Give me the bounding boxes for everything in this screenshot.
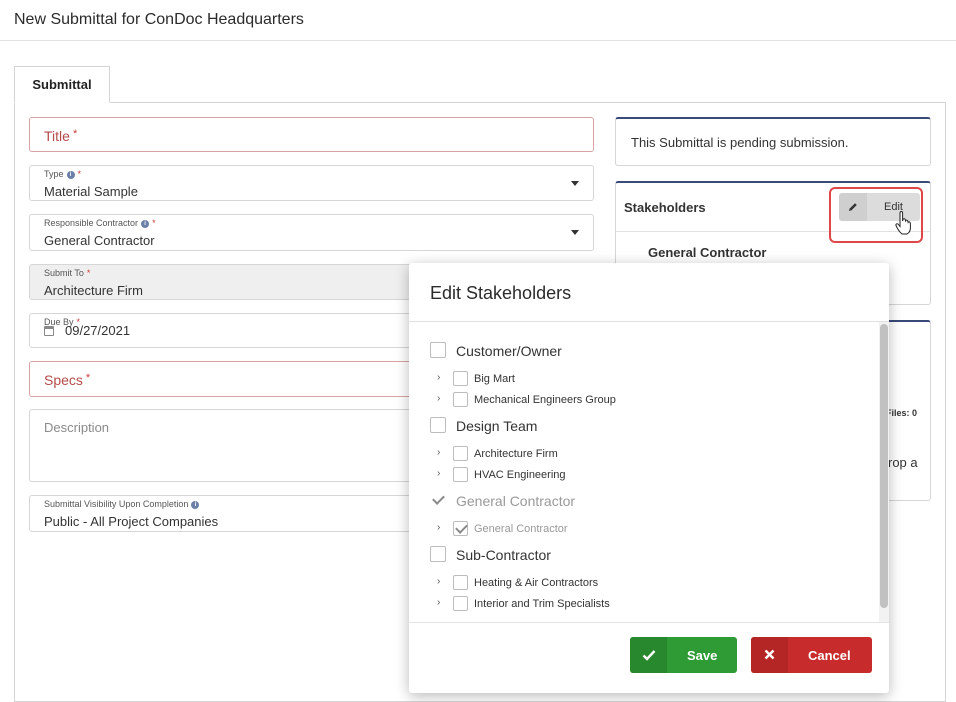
checkbox[interactable]: [430, 342, 446, 358]
checkbox-checked: [430, 492, 446, 508]
cancel-label: Cancel: [808, 648, 851, 663]
group-label: Sub-Contractor: [456, 547, 551, 563]
group-label: General Contractor: [456, 493, 576, 509]
visibility-value: Public - All Project Companies: [44, 514, 219, 529]
responsible-contractor-select[interactable]: Responsible Contractor i * General Contrac…: [29, 214, 594, 251]
child-label: Interior and Trim Specialists: [474, 598, 610, 610]
required-marker: *: [85, 372, 91, 384]
chevron-right-icon[interactable]: ›: [437, 468, 440, 479]
x-icon: [751, 637, 788, 673]
responsible-contractor-value: General Contractor: [44, 233, 155, 248]
info-icon: i: [191, 501, 200, 509]
divider: [409, 622, 889, 623]
tab-submittal[interactable]: Submittal: [14, 66, 110, 103]
chevron-right-icon[interactable]: ›: [437, 522, 440, 533]
checkbox[interactable]: [430, 546, 446, 562]
caret-down-icon: [571, 181, 579, 186]
checkbox[interactable]: [453, 446, 468, 461]
chevron-right-icon[interactable]: ›: [437, 576, 440, 587]
title-input[interactable]: Title *: [29, 117, 594, 152]
page-header: New Submittal for ConDoc Headquarters: [0, 0, 956, 41]
child-label: HVAC Engineering: [474, 469, 566, 481]
pencil-icon: [839, 193, 867, 221]
child-label: Architecture Firm: [474, 448, 558, 460]
type-value: Material Sample: [44, 184, 138, 199]
checkbox[interactable]: [453, 392, 468, 407]
checkbox[interactable]: [430, 417, 446, 433]
checkbox[interactable]: [453, 467, 468, 482]
child-label: General Contractor: [474, 523, 568, 535]
child-label: Big Mart: [474, 373, 515, 385]
due-by-value: 09/27/2021: [65, 323, 131, 338]
title-placeholder: Title: [44, 128, 70, 144]
status-text: This Submittal is pending submission.: [631, 135, 849, 150]
checkbox[interactable]: [453, 575, 468, 590]
page-title: New Submittal for ConDoc Headquarters: [14, 11, 304, 28]
visibility-label: Submittal Visibility Upon Completion: [44, 499, 189, 509]
submit-to-value: Architecture Firm: [44, 283, 143, 298]
group-label: Customer/Owner: [456, 343, 562, 359]
required-marker: *: [77, 169, 82, 179]
caret-down-icon: [571, 230, 579, 235]
stakeholder-list: Customer/Owner › Big Mart › Mechanical E…: [409, 322, 879, 622]
info-icon: i: [141, 220, 150, 228]
description-placeholder: Description: [44, 420, 110, 435]
save-button[interactable]: Save: [630, 637, 737, 673]
cancel-button[interactable]: Cancel: [751, 637, 872, 673]
check-icon: [630, 637, 667, 673]
info-icon: i: [66, 171, 75, 179]
group-label: Design Team: [456, 418, 538, 434]
responsible-contractor-label: Responsible Contractor: [44, 218, 139, 228]
checkbox[interactable]: [453, 596, 468, 611]
save-label: Save: [687, 648, 718, 663]
checkbox-checked: [453, 521, 468, 536]
calendar-icon[interactable]: [44, 326, 54, 336]
chevron-right-icon[interactable]: ›: [437, 393, 440, 404]
scrollbar-thumb[interactable]: [880, 324, 888, 608]
files-count: Files: 0: [886, 408, 918, 418]
chevron-right-icon[interactable]: ›: [437, 597, 440, 608]
chevron-right-icon[interactable]: ›: [437, 447, 440, 458]
child-label: Heating & Air Contractors: [474, 577, 599, 589]
chevron-right-icon[interactable]: ›: [437, 372, 440, 383]
specs-placeholder: Specs: [44, 372, 83, 388]
hand-cursor-icon: [895, 210, 913, 235]
checkbox[interactable]: [453, 371, 468, 386]
type-label: Type: [44, 169, 64, 179]
scrollbar[interactable]: [879, 322, 889, 622]
drop-zone-text[interactable]: rop a: [888, 453, 918, 472]
submit-to-label: Submit To: [44, 268, 84, 278]
required-marker: *: [152, 218, 156, 228]
modal-title: Edit Stakeholders: [430, 283, 572, 303]
stakeholder-general-contractor: General Contractor: [648, 245, 767, 260]
status-card: This Submittal is pending submission.: [615, 117, 931, 166]
edit-stakeholders-modal: Edit Stakeholders Customer/Owner › Big M…: [409, 263, 889, 693]
type-select[interactable]: Type i * Material Sample: [29, 165, 594, 201]
required-marker: *: [86, 268, 91, 278]
required-marker: *: [72, 128, 78, 140]
stakeholders-title: Stakeholders: [624, 200, 706, 215]
child-label: Mechanical Engineers Group: [474, 394, 616, 406]
